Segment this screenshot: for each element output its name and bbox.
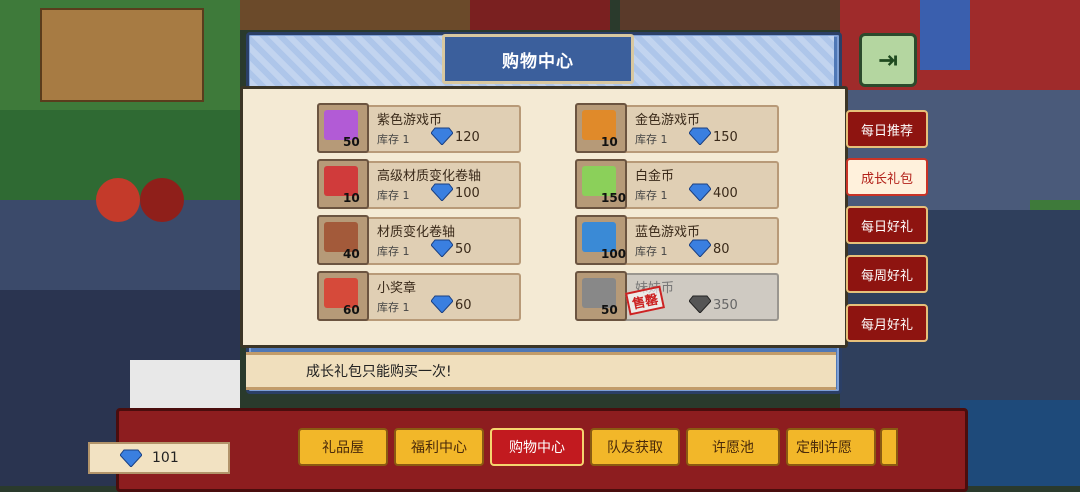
item-quantity: 100 [601, 247, 627, 261]
tab-growth-pack[interactable]: 成长礼包 [846, 158, 928, 196]
diamond-icon [120, 449, 142, 467]
item-icon-frame: 10 [317, 159, 369, 209]
shop-item[interactable]: 150 白金币 库存 1 400 [575, 159, 779, 209]
gem-balance: 101 [88, 442, 230, 474]
item-price: 100 [455, 186, 480, 201]
item-stock: 库存 1 [377, 301, 410, 314]
item-quantity: 10 [343, 191, 360, 205]
item-stock: 库存 1 [635, 245, 668, 258]
shop-title: 购物中心 [442, 34, 634, 84]
shop-item-grid: 50 紫色游戏币 库存 1 120 10 高级材质变化卷轴 库存 1 100 4… [240, 86, 848, 348]
notice-text: 成长礼包只能购买一次! [306, 364, 452, 380]
shop-item-sold-out: 50 妹妹币 售罄 350 [575, 271, 779, 321]
nav-custom-wish-button[interactable]: 定制许愿 [786, 428, 876, 466]
shop-item[interactable]: 100 蓝色游戏币 库存 1 80 [575, 215, 779, 265]
tab-label: 每日推荐 [860, 123, 913, 139]
shop-item[interactable]: 50 紫色游戏币 库存 1 120 [317, 103, 521, 153]
item-stock: 库存 1 [635, 189, 668, 202]
shop-title-text: 购物中心 [502, 51, 574, 72]
item-name: 金色游戏币 [635, 113, 701, 128]
item-name: 材质变化卷轴 [377, 225, 456, 240]
item-price: 80 [713, 242, 730, 257]
item-quantity: 50 [343, 135, 360, 149]
tab-label: 每日好礼 [860, 219, 913, 235]
diamond-icon [431, 183, 453, 201]
nav-teammate-acquire-button[interactable]: 队友获取 [590, 428, 680, 466]
item-price: 120 [455, 130, 480, 145]
shop-item[interactable]: 10 金色游戏币 库存 1 150 [575, 103, 779, 153]
diamond-icon [431, 295, 453, 313]
diamond-icon [431, 239, 453, 257]
button-label: 购物中心 [509, 440, 565, 456]
item-name: 紫色游戏币 [377, 113, 443, 128]
nav-welfare-center-button[interactable]: 福利中心 [394, 428, 484, 466]
item-quantity: 40 [343, 247, 360, 261]
diamond-icon [689, 239, 711, 257]
tab-daily-recommend[interactable]: 每日推荐 [846, 110, 928, 148]
shop-item[interactable]: 60 小奖章 库存 1 60 [317, 271, 521, 321]
item-stock: 库存 1 [377, 245, 410, 258]
diamond-icon [689, 183, 711, 201]
item-name: 蓝色游戏币 [635, 225, 701, 240]
item-stock: 库存 1 [377, 133, 410, 146]
item-stock: 库存 1 [635, 133, 668, 146]
item-icon-frame: 60 [317, 271, 369, 321]
button-label: 队友获取 [607, 440, 663, 456]
gem-count: 101 [152, 450, 179, 466]
shop-item[interactable]: 10 高级材质变化卷轴 库存 1 100 [317, 159, 521, 209]
sold-out-stamp: 售罄 [625, 285, 666, 316]
item-quantity: 150 [601, 191, 627, 205]
item-quantity: 50 [601, 303, 618, 317]
exit-icon: ⇥ [877, 46, 899, 74]
item-icon-frame: 50 [575, 271, 627, 321]
item-icon-frame: 40 [317, 215, 369, 265]
item-price: 150 [713, 130, 738, 145]
tab-label: 成长礼包 [860, 171, 913, 187]
button-label: 礼品屋 [322, 440, 364, 456]
item-name: 小奖章 [377, 281, 417, 296]
diamond-icon [689, 295, 711, 313]
tab-weekly-gift[interactable]: 每周好礼 [846, 255, 928, 293]
button-label: 许愿池 [712, 440, 754, 456]
exit-button[interactable]: ⇥ [859, 33, 917, 87]
diamond-icon [689, 127, 711, 145]
nav-shopping-center-button[interactable]: 购物中心 [490, 428, 584, 466]
item-stock: 库存 1 [377, 189, 410, 202]
nav-gift-house-button[interactable]: 礼品屋 [298, 428, 388, 466]
item-icon-frame: 150 [575, 159, 627, 209]
shop-notice: 成长礼包只能购买一次! [246, 352, 836, 390]
item-price: 50 [455, 242, 472, 257]
item-price: 60 [455, 298, 472, 313]
nav-wishing-pool-button[interactable]: 许愿池 [686, 428, 780, 466]
item-quantity: 10 [601, 135, 618, 149]
item-quantity: 60 [343, 303, 360, 317]
button-label: 福利中心 [411, 440, 467, 456]
tab-label: 每月好礼 [860, 317, 913, 333]
item-name: 高级材质变化卷轴 [377, 169, 482, 184]
diamond-icon [431, 127, 453, 145]
item-price: 400 [713, 186, 738, 201]
button-label: 定制许愿 [796, 440, 852, 456]
tab-label: 每周好礼 [860, 268, 913, 284]
item-icon-frame: 10 [575, 103, 627, 153]
item-name: 白金币 [635, 169, 675, 184]
tab-daily-gift[interactable]: 每日好礼 [846, 206, 928, 244]
item-icon-frame: 50 [317, 103, 369, 153]
tab-monthly-gift[interactable]: 每月好礼 [846, 304, 928, 342]
item-icon-frame: 100 [575, 215, 627, 265]
nav-scroll-more[interactable] [880, 428, 898, 466]
shop-item[interactable]: 40 材质变化卷轴 库存 1 50 [317, 215, 521, 265]
item-price: 350 [713, 298, 738, 313]
